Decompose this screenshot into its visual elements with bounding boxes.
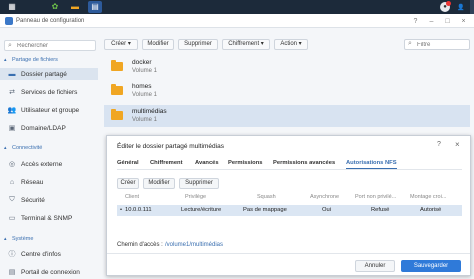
folder-icon — [111, 109, 123, 120]
folder-row-multimedias[interactable]: multimédias Volume 1 — [104, 105, 470, 127]
sidebar-section-system[interactable]: ▴ Système — [4, 236, 33, 242]
sidebar-section-file-sharing[interactable]: ▴ Partage de fichiers — [4, 57, 58, 63]
help-icon[interactable]: ? — [412, 18, 419, 25]
path-label: Chemin d'accès : — [117, 242, 163, 248]
search-icon: ⌕ — [8, 42, 12, 49]
nfs-edit-button[interactable]: Modifier — [143, 178, 175, 189]
nfs-create-button[interactable]: Créer — [117, 178, 139, 189]
edit-shared-folder-dialog: Éditer le dossier partagé multimédias ? … — [106, 135, 471, 276]
sidebar-item-shared-folder[interactable]: ▬ Dossier partagé — [0, 68, 98, 80]
sidebar-item-network[interactable]: ⌂ Réseau — [0, 176, 98, 188]
chevron-up-icon: ▴ — [4, 145, 7, 151]
domain-icon: ▣ — [8, 125, 16, 132]
maximize-icon[interactable]: □ — [444, 18, 451, 25]
tab-nfs-permissions[interactable]: Autorisations NFS — [346, 160, 397, 169]
column-header-client[interactable]: Client — [125, 194, 139, 200]
dialog-footer-divider — [107, 253, 470, 254]
window-titlebar: Panneau de configuration ? – □ × — [0, 14, 474, 28]
filter-search-icon: ⌕ — [408, 40, 412, 47]
dialog-tabs: Général Chiffrement Avancés Permissions … — [117, 158, 462, 170]
create-dropdown-button[interactable]: Créer ▾ — [104, 39, 138, 50]
file-station-icon[interactable]: ▬ — [68, 1, 82, 13]
cell-squash: Pas de mappage — [243, 207, 287, 213]
tab-advanced[interactable]: Avancés — [195, 160, 219, 166]
nfs-delete-button[interactable]: Supprimer — [179, 178, 219, 189]
table-row[interactable]: • 10.0.0.111 Lecture/écriture Pas de map… — [117, 205, 462, 216]
column-header-cross-mount[interactable]: Montage croi... — [410, 194, 446, 200]
external-access-icon: ◎ — [8, 161, 16, 168]
sidebar-item-domain-ldap[interactable]: ▣ Domaine/LDAP — [0, 122, 98, 134]
row-bullet-icon: • — [120, 207, 123, 213]
filter-field[interactable]: ⌕ — [404, 39, 470, 50]
shield-icon: ⛉ — [9, 196, 15, 203]
folder-row-docker[interactable]: docker Volume 1 — [104, 56, 470, 78]
column-header-nonpriv-port[interactable]: Port non privilé... — [355, 194, 396, 200]
sidebar-search[interactable]: ⌕ — [4, 40, 96, 51]
chevron-up-icon: ▴ — [4, 57, 7, 63]
cell-privilege: Lecture/écriture — [181, 207, 222, 213]
folder-volume: Volume 1 — [132, 92, 158, 98]
main-menu-icon[interactable]: ▦ — [5, 1, 19, 13]
minimize-icon[interactable]: – — [428, 18, 435, 25]
folder-row-homes[interactable]: homes Volume 1 — [104, 80, 470, 102]
filter-input[interactable] — [417, 41, 467, 49]
taskbar-divider — [470, 0, 474, 14]
column-header-squash[interactable]: Squash — [257, 194, 276, 200]
dialog-close-icon[interactable]: × — [455, 140, 460, 149]
sidebar-item-user-group[interactable]: 👥 Utilisateur et groupe — [0, 104, 98, 116]
sidebar-item-terminal-snmp[interactable]: ▭ Terminal & SNMP — [0, 212, 98, 224]
search-input[interactable] — [17, 42, 93, 50]
tab-encryption[interactable]: Chiffrement — [150, 160, 183, 166]
close-icon[interactable]: × — [460, 18, 467, 25]
user-icon[interactable]: 👤 — [456, 2, 466, 12]
save-button[interactable]: Sauvegarder — [401, 260, 461, 272]
control-panel-taskbar-icon[interactable]: ▤ — [88, 1, 102, 13]
notification-badge — [446, 1, 451, 6]
taskbar: ▦ ✿ ▬ ▤ ● 👤 — [0, 0, 474, 14]
package-center-icon[interactable]: ✿ — [48, 1, 62, 13]
control-panel-app-icon — [5, 17, 13, 25]
sidebar-item-info-center[interactable]: ⓘ Centre d'infos — [0, 248, 98, 260]
folder-name: multimédias — [132, 108, 167, 115]
sidebar-item-login-portal[interactable]: ▤ Portail de connexion — [0, 266, 98, 278]
column-header-privilege[interactable]: Privilège — [185, 194, 206, 200]
users-icon: 👥 — [7, 107, 17, 114]
path-value: /volume1/multimédias — [165, 242, 224, 248]
tab-general[interactable]: Général — [117, 160, 139, 166]
action-dropdown-button[interactable]: Action ▾ — [274, 39, 308, 50]
edit-button[interactable]: Modifier — [142, 39, 174, 50]
chevron-up-icon: ▴ — [4, 236, 7, 242]
dialog-title: Éditer le dossier partagé multimédias — [117, 143, 224, 150]
tab-permissions[interactable]: Permissions — [228, 160, 262, 166]
tab-advanced-permissions[interactable]: Permissions avancées — [273, 160, 335, 166]
sidebar-item-external-access[interactable]: ◎ Accès externe — [0, 158, 98, 170]
cell-cross-mount: Autorisé — [420, 207, 442, 213]
folder-volume: Volume 1 — [132, 117, 158, 123]
folder-share-icon: ▬ — [8, 70, 16, 78]
cell-async: Oui — [322, 207, 332, 213]
delete-button[interactable]: Supprimer — [178, 39, 218, 50]
column-header-async[interactable]: Asynchrone — [310, 194, 339, 200]
sidebar-section-connectivity[interactable]: ▴ Connectivité — [4, 145, 42, 151]
folder-icon — [111, 60, 123, 71]
info-icon: ⓘ — [8, 251, 16, 258]
folder-volume: Volume 1 — [132, 68, 158, 74]
folder-name: docker — [132, 59, 152, 66]
cell-nonpriv-port: Refusé — [371, 207, 390, 213]
terminal-icon: ▭ — [8, 215, 16, 222]
encryption-dropdown-button[interactable]: Chiffrement ▾ — [222, 39, 270, 50]
window-title: Panneau de configuration — [16, 18, 85, 24]
file-services-icon: ⇄ — [9, 89, 15, 96]
dialog-help-icon[interactable]: ? — [437, 141, 441, 148]
cell-client: 10.0.0.111 — [125, 207, 152, 213]
notification-icon[interactable]: ● — [440, 1, 451, 12]
cancel-button[interactable]: Annuler — [355, 260, 395, 272]
folder-name: homes — [132, 83, 152, 90]
sidebar-item-file-services[interactable]: ⇄ Services de fichiers — [0, 86, 98, 98]
network-icon: ⌂ — [9, 178, 15, 186]
folder-icon — [111, 84, 123, 95]
sidebar-item-security[interactable]: ⛉ Sécurité — [0, 194, 98, 206]
login-portal-icon: ▤ — [8, 269, 16, 276]
